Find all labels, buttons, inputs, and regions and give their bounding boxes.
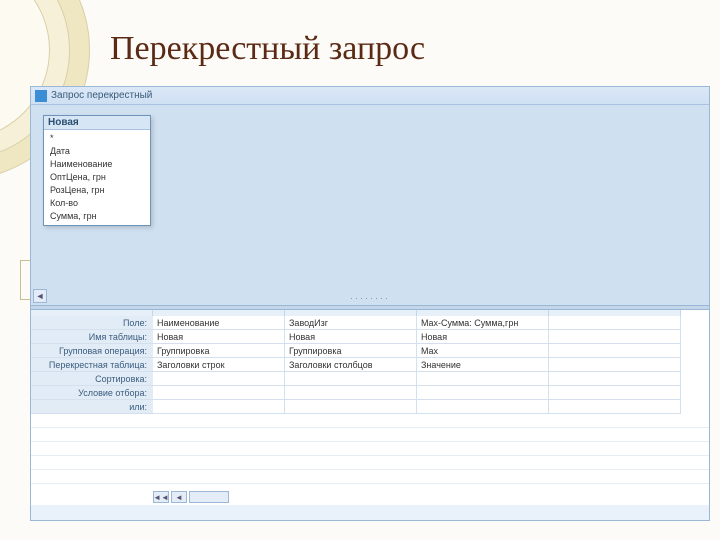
grid-cell-field[interactable] xyxy=(549,316,681,330)
grid-cell-criteria[interactable] xyxy=(417,386,549,400)
grid-cell-table[interactable] xyxy=(549,330,681,344)
scroll-track[interactable] xyxy=(189,491,229,503)
row-label-criteria: Условие отбора: xyxy=(31,386,153,400)
design-grid: Поле: Наименование ЗаводИзг Max-Сумма: С… xyxy=(31,310,709,414)
grid-cell-table[interactable]: Новая xyxy=(285,330,417,344)
grid-cell-field[interactable]: Наименование xyxy=(153,316,285,330)
grid-cell-crosstab[interactable]: Значение xyxy=(417,358,549,372)
grid-cell-sort[interactable] xyxy=(153,372,285,386)
grid-cell-field[interactable]: Max-Сумма: Сумма,грн xyxy=(417,316,549,330)
table-field[interactable]: Дата xyxy=(44,145,150,158)
grid-cell-or[interactable] xyxy=(153,400,285,414)
table-field[interactable]: ОптЦена, грн xyxy=(44,171,150,184)
grid-cell-or[interactable] xyxy=(549,400,681,414)
row-label-group: Групповая операция: xyxy=(31,344,153,358)
query-icon xyxy=(35,90,47,102)
row-label-field: Поле: xyxy=(31,316,153,330)
query-design-window: Запрос перекрестный Новая * Дата Наимено… xyxy=(30,86,710,521)
row-label-crosstab: Перекрестная таблица: xyxy=(31,358,153,372)
window-titlebar[interactable]: Запрос перекрестный xyxy=(31,87,709,105)
grid-cell-field[interactable]: ЗаводИзг xyxy=(285,316,417,330)
table-field[interactable]: Сумма, грн xyxy=(44,210,150,223)
tables-pane[interactable]: Новая * Дата Наименование ОптЦена, грн Р… xyxy=(31,105,709,305)
grid-cell-criteria[interactable] xyxy=(549,386,681,400)
grid-cell-sort[interactable] xyxy=(417,372,549,386)
empty-grid-rows xyxy=(31,414,709,484)
scroll-first-button[interactable]: ◄◄ xyxy=(153,491,169,503)
grid-cell-crosstab[interactable]: Заголовки столбцов xyxy=(285,358,417,372)
table-field[interactable]: Наименование xyxy=(44,158,150,171)
row-label-table: Имя таблицы: xyxy=(31,330,153,344)
table-field[interactable]: Кол-во xyxy=(44,197,150,210)
table-field-list: * Дата Наименование ОптЦена, грн РозЦена… xyxy=(44,130,150,225)
grid-cell-sort[interactable] xyxy=(285,372,417,386)
grid-cell-group[interactable]: Max xyxy=(417,344,549,358)
splitter-grip[interactable]: ········ xyxy=(350,293,390,303)
grid-cell-sort[interactable] xyxy=(549,372,681,386)
scroll-left-button[interactable]: ◄ xyxy=(171,491,187,503)
grid-cell-or[interactable] xyxy=(285,400,417,414)
table-box[interactable]: Новая * Дата Наименование ОптЦена, грн Р… xyxy=(43,115,151,226)
grid-cell-group[interactable] xyxy=(549,344,681,358)
grid-cell-or[interactable] xyxy=(417,400,549,414)
grid-cell-table[interactable]: Новая xyxy=(417,330,549,344)
grid-cell-crosstab[interactable]: Заголовки строк xyxy=(153,358,285,372)
grid-cell-group[interactable]: Группировка xyxy=(285,344,417,358)
grid-cell-group[interactable]: Группировка xyxy=(153,344,285,358)
slide-title: Перекрестный запрос xyxy=(110,30,425,68)
window-title: Запрос перекрестный xyxy=(51,90,152,101)
design-grid-pane: Поле: Наименование ЗаводИзг Max-Сумма: С… xyxy=(31,310,709,505)
table-box-title: Новая xyxy=(44,116,150,130)
table-field[interactable]: РозЦена, грн xyxy=(44,184,150,197)
grid-cell-criteria[interactable] xyxy=(153,386,285,400)
grid-cell-criteria[interactable] xyxy=(285,386,417,400)
scroll-left-button[interactable]: ◄ xyxy=(33,289,47,303)
row-label-sort: Сортировка: xyxy=(31,372,153,386)
table-field[interactable]: * xyxy=(44,132,150,145)
grid-cell-crosstab[interactable] xyxy=(549,358,681,372)
horizontal-scrollbar[interactable]: ◄◄ ◄ xyxy=(153,491,229,503)
row-label-or: или: xyxy=(31,400,153,414)
grid-cell-table[interactable]: Новая xyxy=(153,330,285,344)
